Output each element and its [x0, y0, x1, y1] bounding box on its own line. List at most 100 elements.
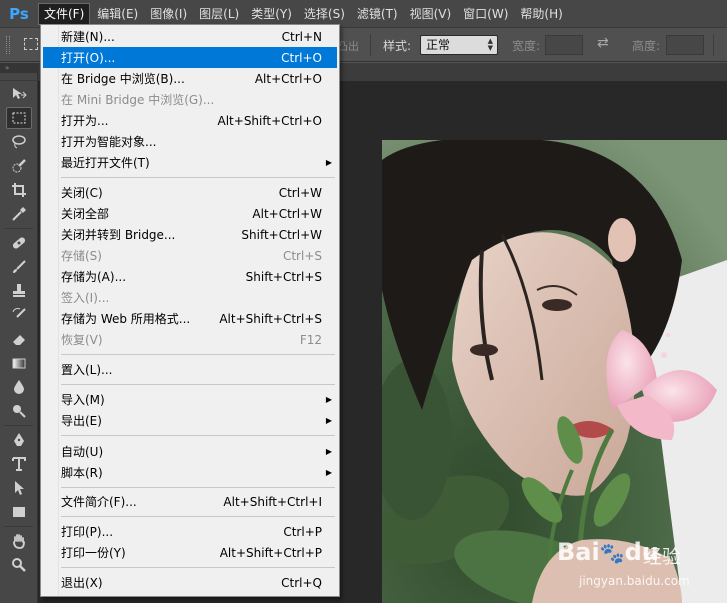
menu-item-label: 关闭并转到 Bridge... — [61, 228, 176, 242]
dodge-tool-icon[interactable] — [6, 400, 32, 422]
menu-item-revert[interactable]: 恢复(V) F12 — [43, 329, 337, 350]
menu-item-label: 签入(I)... — [61, 291, 110, 305]
menu-item-label: 存储为 Web 所用格式... — [61, 312, 191, 326]
menu-file[interactable]: 文件(F) — [38, 2, 91, 25]
watermark-url: jingyan.baidu.com — [579, 574, 690, 588]
menu-item-save-for-web[interactable]: 存储为 Web 所用格式... Alt+Shift+Ctrl+S — [43, 308, 337, 329]
document-photo[interactable] — [382, 140, 727, 603]
menu-item-label: 导出(E) — [61, 414, 102, 428]
menu-item-label: 存储为(A)... — [61, 270, 127, 284]
select-arrows-icon: ▲ ▼ — [487, 37, 493, 52]
menu-edit[interactable]: 编辑(E) — [92, 3, 143, 25]
history-brush-icon[interactable] — [6, 304, 32, 326]
menu-separator — [61, 435, 335, 436]
menu-item-new[interactable]: 新建(N)... Ctrl+N — [43, 26, 337, 47]
menu-image[interactable]: 图像(I) — [145, 3, 192, 25]
refine-edge-label: 凸出 — [337, 40, 359, 53]
menu-item-place[interactable]: 置入(L)... — [43, 359, 337, 380]
width-input[interactable] — [545, 35, 583, 55]
marquee-preset-icon[interactable] — [24, 38, 38, 50]
pen-tool-icon[interactable] — [6, 429, 32, 451]
submenu-arrow-icon: ▶ — [325, 416, 332, 425]
menu-layer[interactable]: 图层(L) — [194, 3, 244, 25]
eraser-tool-icon[interactable] — [6, 328, 32, 350]
clone-stamp-tool-icon[interactable] — [6, 280, 32, 302]
menu-item-shortcut: F12 — [299, 332, 322, 347]
menu-item-label: 文件简介(F)... — [61, 495, 137, 509]
menu-help[interactable]: 帮助(H) — [515, 3, 567, 25]
menu-select[interactable]: 选择(S) — [299, 3, 350, 25]
menu-item-shortcut: Alt+Ctrl+O — [254, 71, 322, 86]
width-label: 宽度: — [512, 39, 541, 53]
toolbox-divider — [4, 425, 33, 426]
crop-tool-icon[interactable] — [6, 179, 32, 201]
menu-item-save-as[interactable]: 存储为(A)... Shift+Ctrl+S — [43, 266, 337, 287]
toolbox-grip[interactable] — [0, 73, 37, 81]
menu-item-automate[interactable]: 自动(U) ▶ — [43, 441, 337, 462]
menu-filter[interactable]: 滤镜(T) — [352, 3, 403, 25]
rectangle-tool-icon[interactable] — [6, 501, 32, 523]
menu-item-label: 最近打开文件(T) — [61, 156, 150, 170]
menu-item-shortcut: Alt+Shift+Ctrl+S — [219, 311, 322, 326]
menu-item-print-one-copy[interactable]: 打印一份(Y) Alt+Shift+Ctrl+P — [43, 542, 337, 563]
menu-item-browse-in-bridge[interactable]: 在 Bridge 中浏览(B)... Alt+Ctrl+O — [43, 68, 337, 89]
menu-separator — [61, 487, 335, 488]
brush-tool-icon[interactable] — [6, 256, 32, 278]
menu-item-open-as-smart-object[interactable]: 打开为智能对象... — [43, 131, 337, 152]
menu-item-open[interactable]: 打开(O)... Ctrl+O — [43, 47, 337, 68]
menu-separator — [61, 384, 335, 385]
menu-item-save[interactable]: 存储(S) Ctrl+S — [43, 245, 337, 266]
zoom-tool-icon[interactable] — [6, 554, 32, 576]
options-bar-grip[interactable] — [6, 36, 10, 54]
menu-item-label: 打开(O)... — [61, 51, 116, 65]
menu-item-open-recent[interactable]: 最近打开文件(T) ▶ — [43, 152, 337, 173]
menu-type[interactable]: 类型(Y) — [246, 3, 297, 25]
eyedropper-tool-icon[interactable] — [6, 203, 32, 225]
menu-item-export[interactable]: 导出(E) ▶ — [43, 410, 337, 431]
menu-item-print[interactable]: 打印(P)... Ctrl+P — [43, 521, 337, 542]
menu-item-shortcut: Ctrl+O — [281, 50, 322, 65]
style-select-value: 正常 — [426, 38, 451, 52]
style-select[interactable]: 正常 ▲ ▼ — [420, 35, 498, 55]
menu-item-scripts[interactable]: 脚本(R) ▶ — [43, 462, 337, 483]
style-label: 样式: — [383, 39, 412, 53]
menu-item-browse-in-mini-bridge[interactable]: 在 Mini Bridge 中浏览(G)... — [43, 89, 337, 110]
menu-item-label: 存储(S) — [61, 249, 102, 263]
blur-tool-icon[interactable] — [6, 376, 32, 398]
menu-item-open-as[interactable]: 打开为... Alt+Shift+Ctrl+O — [43, 110, 337, 131]
submenu-arrow-icon: ▶ — [325, 447, 332, 456]
menu-window[interactable]: 窗口(W) — [458, 3, 513, 25]
menu-item-close[interactable]: 关闭(C) Ctrl+W — [43, 182, 337, 203]
gradient-tool-icon[interactable] — [6, 352, 32, 374]
swap-arrows-icon[interactable]: ⇄ — [597, 35, 609, 51]
menu-item-label: 打印一份(Y) — [61, 546, 126, 560]
hand-tool-icon[interactable] — [6, 530, 32, 552]
menu-item-import[interactable]: 导入(M) ▶ — [43, 389, 337, 410]
height-input[interactable] — [666, 35, 704, 55]
type-tool-icon[interactable] — [6, 453, 32, 475]
menu-item-label: 打开为智能对象... — [61, 135, 157, 149]
menu-item-close-all[interactable]: 关闭全部 Alt+Ctrl+W — [43, 203, 337, 224]
rectangular-marquee-tool-icon[interactable] — [6, 107, 32, 129]
menu-item-check-in[interactable]: 签入(I)... — [43, 287, 337, 308]
menu-view[interactable]: 视图(V) — [405, 3, 457, 25]
menu-item-exit[interactable]: 退出(X) Ctrl+Q — [43, 572, 337, 593]
spot-healing-brush-icon[interactable] — [6, 232, 32, 254]
toolbox-collapse-icon[interactable]: » — [0, 63, 37, 73]
quick-selection-tool-icon[interactable] — [6, 155, 32, 177]
menu-item-shortcut: Ctrl+S — [282, 248, 322, 263]
toolbox-divider — [4, 228, 33, 229]
lasso-tool-icon[interactable] — [6, 131, 32, 153]
path-selection-tool-icon[interactable] — [6, 477, 32, 499]
menu-item-label: 关闭(C) — [61, 186, 103, 200]
menu-item-file-info[interactable]: 文件简介(F)... Alt+Shift+Ctrl+I — [43, 491, 337, 512]
move-tool-icon[interactable] — [6, 83, 32, 105]
menu-separator — [61, 516, 335, 517]
menu-item-label: 新建(N)... — [61, 30, 115, 44]
menu-item-close-and-go-to-bridge[interactable]: 关闭并转到 Bridge... Shift+Ctrl+W — [43, 224, 337, 245]
menu-separator — [61, 177, 335, 178]
photo-illustration — [382, 140, 727, 603]
menu-item-shortcut: Ctrl+N — [281, 29, 322, 44]
menu-item-label: 在 Mini Bridge 中浏览(G)... — [61, 93, 215, 107]
menu-item-label: 退出(X) — [61, 576, 103, 590]
